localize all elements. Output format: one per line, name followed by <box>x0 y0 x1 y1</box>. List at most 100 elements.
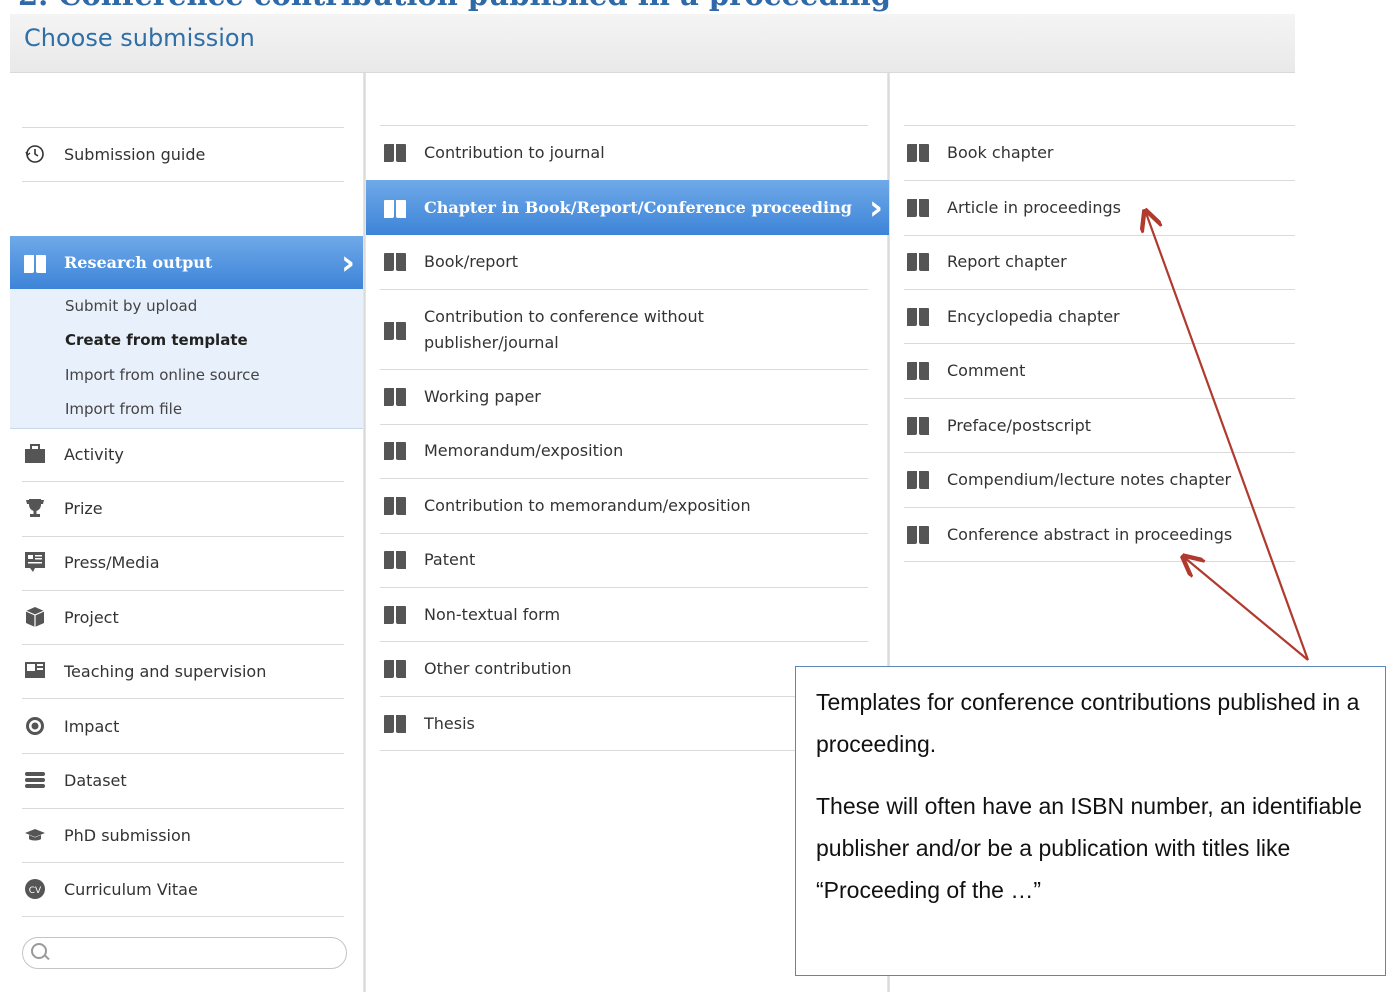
sidebar-item-activity[interactable]: Activity <box>24 440 124 468</box>
document-heading: 2. Conference contribution published in … <box>18 0 891 12</box>
type-item[interactable]: Memorandum/exposition <box>384 436 623 464</box>
type-item[interactable]: Non-textual form <box>384 600 560 628</box>
submission-guide-item[interactable]: Submission guide <box>24 140 205 168</box>
arrow-to-article-in-proceedings <box>1146 213 1310 661</box>
type-item[interactable]: Contribution to conference without publi… <box>384 304 744 356</box>
book-icon <box>907 199 929 217</box>
sidebar-item-prize[interactable]: Prize <box>24 494 103 522</box>
sidebar-item-label: Curriculum Vitae <box>64 879 198 899</box>
submenu-submit-by-upload[interactable]: Submit by upload <box>65 297 197 315</box>
search-input[interactable] <box>22 937 347 969</box>
template-item[interactable]: Report chapter <box>907 247 1067 275</box>
template-item[interactable]: Conference abstract in proceedings <box>907 520 1232 548</box>
submission-guide-label: Submission guide <box>64 144 206 164</box>
type-item[interactable]: Other contribution <box>384 654 571 682</box>
submenu-import-online[interactable]: Import from online source <box>65 366 260 384</box>
sidebar-item-label: Teaching and supervision <box>64 661 267 681</box>
template-item[interactable]: Article in proceedings <box>907 193 1121 221</box>
book-icon <box>384 322 406 340</box>
template-item[interactable]: Encyclopedia chapter <box>907 302 1120 330</box>
arrow-to-conference-abstract <box>1185 558 1309 661</box>
teaching-icon <box>24 660 46 682</box>
sidebar-item-phd[interactable]: PhD submission <box>24 821 191 849</box>
research-output-submenu: Submit by upload Create from template Im… <box>10 289 363 429</box>
book-icon <box>384 388 406 406</box>
type-label: Non-textual form <box>424 604 561 624</box>
callout-text-2: These will often have an ISBN number, an… <box>816 793 1362 903</box>
template-item[interactable]: Preface/postscript <box>907 411 1091 439</box>
type-item[interactable]: Working paper <box>384 382 541 410</box>
type-item[interactable]: Book/report <box>384 247 518 275</box>
book-icon <box>907 471 929 489</box>
history-icon <box>24 143 46 165</box>
type-label: Contribution to journal <box>424 142 605 162</box>
book-icon <box>384 551 406 569</box>
type-item[interactable]: Patent <box>384 545 475 573</box>
sidebar-item-label: Activity <box>64 444 124 464</box>
chevron-right-icon: › <box>340 242 355 283</box>
type-item-active[interactable]: Chapter in Book/Report/Conference procee… <box>366 180 889 235</box>
target-icon <box>24 715 46 737</box>
type-label: Other contribution <box>424 658 572 678</box>
sidebar-item-impact[interactable]: Impact <box>24 712 119 740</box>
type-label: Working paper <box>424 386 541 406</box>
sidebar-item-cv[interactable]: CV Curriculum Vitae <box>24 875 198 903</box>
book-icon <box>384 660 406 678</box>
graduation-cap-icon <box>24 824 46 846</box>
book-icon <box>384 715 406 733</box>
sidebar-item-label: Dataset <box>64 770 127 790</box>
trophy-icon <box>24 497 46 519</box>
sidebar-item-dataset[interactable]: Dataset <box>24 766 127 794</box>
book-icon <box>907 144 929 162</box>
research-output-item[interactable]: Research output › <box>10 236 363 289</box>
book-icon <box>24 254 46 273</box>
briefcase-icon <box>24 443 46 465</box>
book-icon <box>907 417 929 435</box>
sidebar-item-project[interactable]: Project <box>24 603 119 631</box>
cv-icon: CV <box>24 878 46 900</box>
book-icon <box>384 497 406 515</box>
template-label: Compendium/lecture notes chapter <box>947 469 1232 489</box>
template-label: Comment <box>947 360 1026 380</box>
sidebar-item-label: PhD submission <box>64 825 191 845</box>
template-item[interactable]: Comment <box>907 356 1025 384</box>
template-label: Report chapter <box>947 251 1067 271</box>
type-label: Memorandum/exposition <box>424 440 624 460</box>
type-item[interactable]: Contribution to memorandum/exposition <box>384 491 751 519</box>
sidebar-item-label: Project <box>64 607 119 627</box>
submenu-create-from-template[interactable]: Create from template <box>65 331 248 349</box>
book-icon <box>384 199 406 218</box>
template-label: Conference abstract in proceedings <box>947 524 1233 544</box>
annotation-callout: Templates for conference contributions p… <box>795 666 1386 976</box>
press-media-icon <box>24 551 46 573</box>
type-item[interactable]: Contribution to journal <box>384 138 605 166</box>
book-icon <box>907 362 929 380</box>
submenu-import-file[interactable]: Import from file <box>65 400 182 418</box>
sidebar-item-label: Prize <box>64 498 103 518</box>
book-icon <box>384 253 406 271</box>
type-label: Chapter in Book/Report/Conference procee… <box>424 198 852 217</box>
type-label: Patent <box>424 549 476 569</box>
sidebar-item-teaching[interactable]: Teaching and supervision <box>24 657 266 685</box>
book-icon <box>907 526 929 544</box>
template-item[interactable]: Compendium/lecture notes chapter <box>907 465 1231 493</box>
panel-header: Choose submission <box>10 14 1295 73</box>
sidebar-item-press-media[interactable]: Press/Media <box>24 548 160 576</box>
sidebar-item-label: Impact <box>64 716 120 736</box>
callout-text-1: Templates for conference contributions p… <box>816 689 1360 757</box>
book-icon <box>907 253 929 271</box>
chevron-right-icon: › <box>868 187 883 228</box>
search-icon <box>31 943 47 959</box>
cube-icon <box>24 606 46 628</box>
template-item[interactable]: Book chapter <box>907 138 1054 166</box>
svg-text:CV: CV <box>29 886 42 896</box>
type-item[interactable]: Thesis <box>384 709 475 737</box>
template-label: Book chapter <box>947 142 1054 162</box>
type-label: Contribution to memorandum/exposition <box>424 495 751 515</box>
template-label: Encyclopedia chapter <box>947 306 1120 326</box>
database-icon <box>24 769 46 791</box>
sidebar-item-label: Press/Media <box>64 552 160 572</box>
type-label: Thesis <box>424 713 475 733</box>
type-label: Book/report <box>424 251 519 271</box>
research-output-label: Research output <box>64 253 213 272</box>
